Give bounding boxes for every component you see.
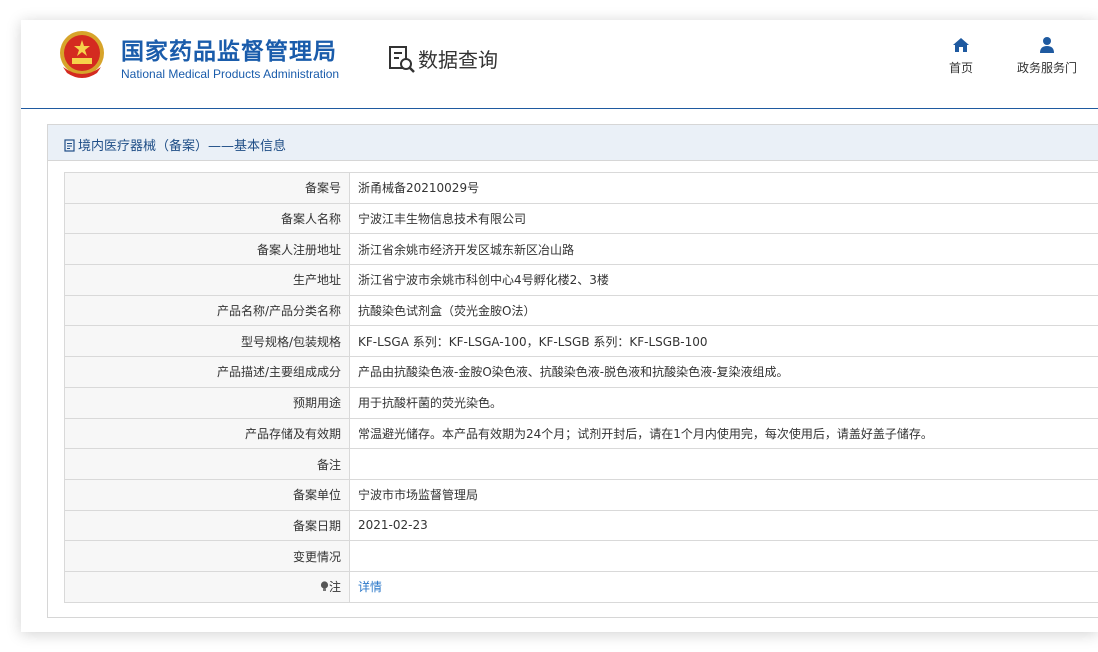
table-row: 备案单位 宁波市市场监督管理局 [64,478,1098,511]
site-header: 国家药品监督管理局 National Medical Products Admi… [21,20,1098,109]
row-value [349,448,1098,480]
row-label: 备案人注册地址 [64,233,350,266]
nav-government-services[interactable]: 政务服务门 [1017,36,1077,76]
record-info-table: 备案号 浙甬械备20210029号 备案人名称 宁波江丰生物信息技术有限公司 备案人… [64,172,1098,603]
table-row: 备注 [64,448,1098,480]
table-row: 产品存储及有效期 常温避光储存。本产品有效期为24个月；试剂开封后，请在1个月内使… [64,417,1098,450]
document-icon [64,139,75,152]
table-row: 变更情况 [64,540,1098,572]
row-label: 备注 [64,448,350,480]
bulb-icon [320,581,329,592]
row-label: 产品名称/产品分类名称 [64,294,350,327]
row-label: 备案人名称 [64,202,350,235]
table-row: 备案日期 2021-02-23 [64,509,1098,542]
detail-panel: 境内医疗器械（备案）——基本信息 备案号 浙甬械备20210029号 备案人名称宁… [47,124,1098,618]
org-name-cn: 国家药品监督管理局 [121,39,337,65]
data-query-icon [389,46,415,73]
row-label: 备案单位 [64,478,350,511]
section-title: 境内医疗器械（备案）——基本信息 [64,135,286,154]
row-label: 生产地址 [64,264,350,296]
national-emblem-icon [60,31,104,78]
row-label: 变更情况 [64,540,350,572]
row-label: 产品存储及有效期 [64,417,350,450]
page-frame: 国家药品监督管理局 National Medical Products Admi… [21,20,1098,632]
details-link[interactable]: 详情 [358,580,382,594]
note-label-text: 注 [328,580,341,595]
note-value: 详情 [349,570,1098,603]
org-name-en: National Medical Products Administration [121,67,340,81]
row-label: 型号规格/包装规格 [64,325,350,358]
row-value: 2021-02-23 [349,509,1098,542]
user-icon [1040,37,1054,53]
table-row: 预期用途 用于抗酸杆菌的荧光染色。 [64,386,1098,419]
row-value: 常温避光储存。本产品有效期为24个月；试剂开封后，请在1个月内使用完，每次使用后… [349,417,1098,450]
home-icon [953,38,969,52]
table-row: 型号规格/包装规格 KF-LSGA 系列：KF-LSGA-100，KF-LSGB … [64,325,1098,358]
row-value: 宁波江丰生物信息技术有限公司 [349,202,1098,235]
nav-government-services-label: 政务服务门 [1017,61,1078,75]
page-title: 数据查询 [418,48,498,72]
row-value: 抗酸染色试剂盒（荧光金胺O法） [349,294,1098,327]
note-label: 注 [64,570,350,603]
row-value: KF-LSGA 系列：KF-LSGA-100，KF-LSGB 系列：KF-LSG… [349,325,1098,358]
table-row: 备案人注册地址 浙江省余姚市经济开发区城东新区冶山路 [64,233,1098,266]
nav-home[interactable]: 首页 [949,36,973,76]
row-value: 产品由抗酸染色液-金胺O染色液、抗酸染色液-脱色液和抗酸染色液-复染液组成。 [349,356,1098,388]
table-row-note: 注 详情 [64,570,1098,603]
row-label: 预期用途 [64,386,350,419]
table-row: 产品名称/产品分类名称 抗酸染色试剂盒（荧光金胺O法） [64,294,1098,327]
section-header: 境内医疗器械（备案）——基本信息 [48,125,1098,161]
section-title-text: 境内医疗器械（备案）——基本信息 [78,139,287,154]
table-row: 备案人名称 宁波江丰生物信息技术有限公司 [64,202,1098,235]
nav-home-label: 首页 [949,61,974,75]
row-label: 产品描述/主要组成成分 [64,356,350,388]
row-value: 浙江省余姚市经济开发区城东新区冶山路 [349,233,1098,266]
row-value: 浙江省宁波市余姚市科创中心4号孵化楼2、3楼 [349,264,1098,296]
row-value: 用于抗酸杆菌的荧光染色。 [349,386,1098,419]
row-label: 备案日期 [64,509,350,542]
table-row: 生产地址 浙江省宁波市余姚市科创中心4号孵化楼2、3楼 [64,264,1098,296]
row-value: 宁波市市场监督管理局 [349,478,1098,511]
table-row: 产品描述/主要组成成分 产品由抗酸染色液-金胺O染色液、抗酸染色液-脱色液和抗酸染… [64,356,1098,388]
row-value [349,540,1098,572]
row-value: 浙甬械备20210029号 [349,172,1098,204]
table-row: 备案号 浙甬械备20210029号 [64,172,1098,204]
row-label: 备案号 [64,172,350,204]
